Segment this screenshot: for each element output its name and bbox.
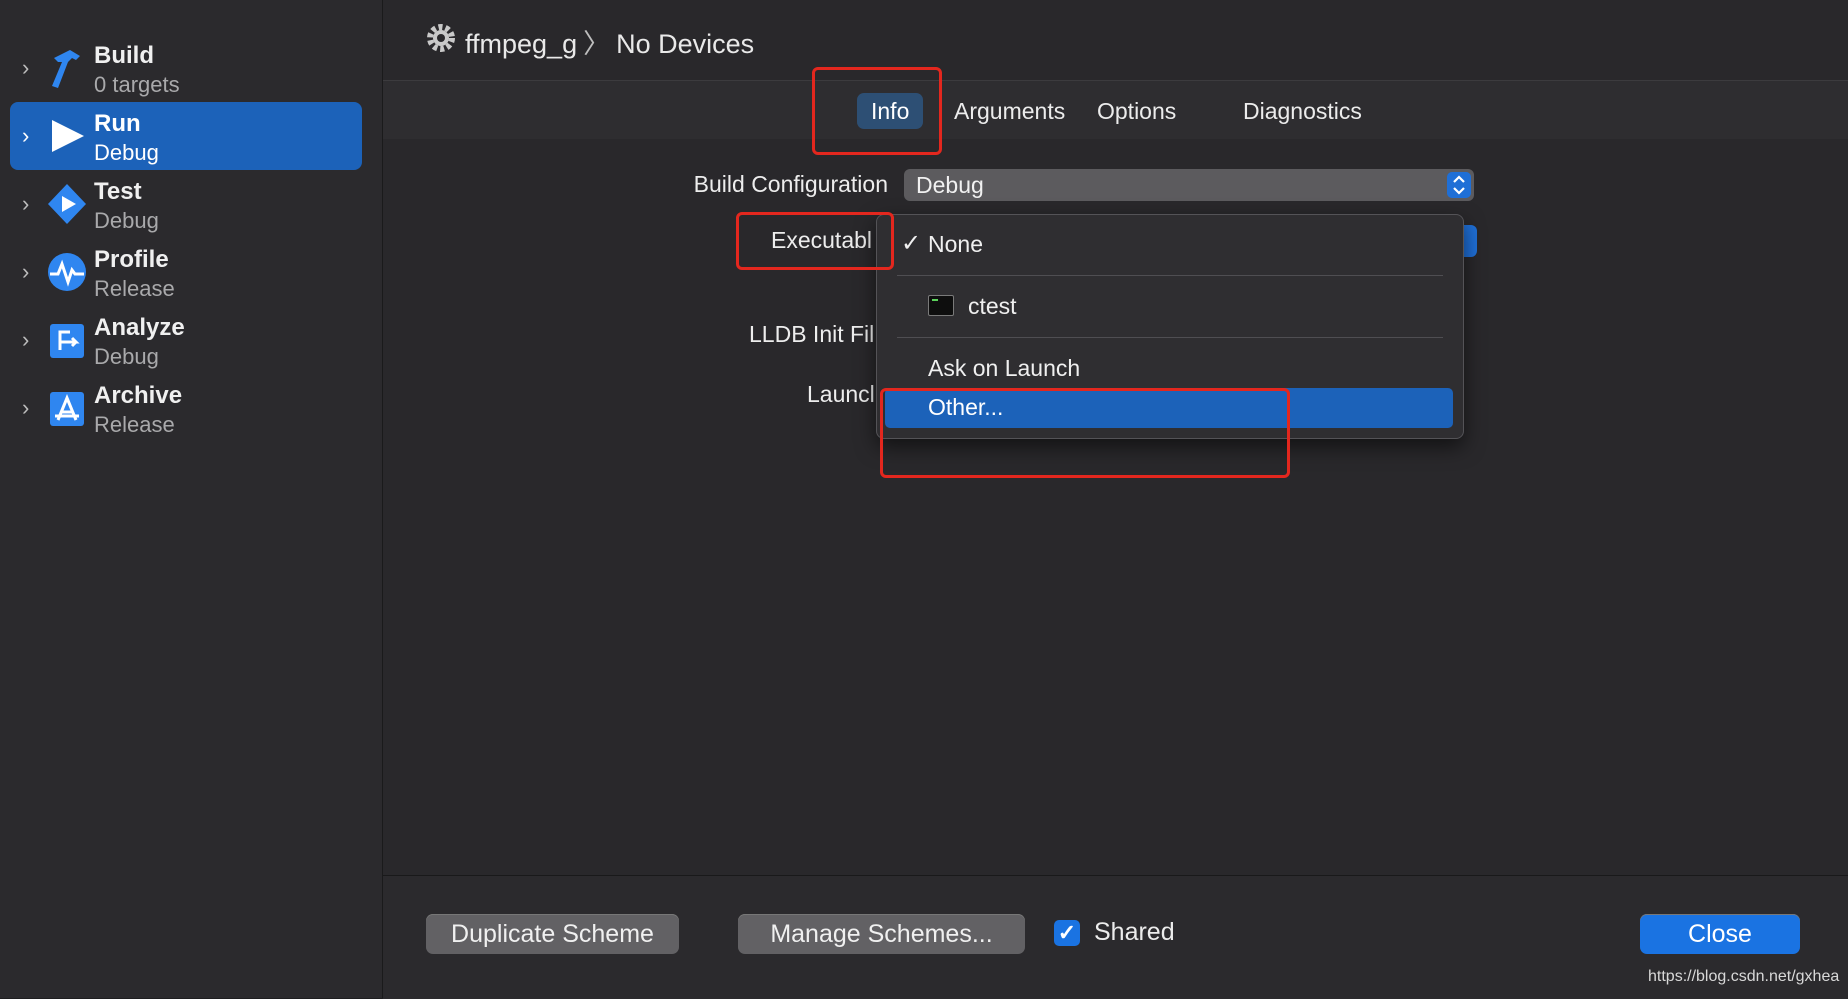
sidebar-item-title: Archive xyxy=(94,382,183,409)
breadcrumb[interactable]: ffmpeg_g 〉 No Devices xyxy=(465,22,754,61)
build-configuration-select[interactable]: Debug xyxy=(904,169,1474,201)
gear-icon xyxy=(427,24,455,52)
footer-bar: Duplicate Scheme Manage Schemes... ✓ Sha… xyxy=(383,875,1848,999)
checkmark-icon: ✓ xyxy=(901,230,922,257)
menu-item-none[interactable]: ✓ None xyxy=(885,223,1453,263)
hammer-icon xyxy=(52,50,80,88)
annotation-box-info-tab xyxy=(812,67,942,155)
tab-arguments[interactable]: Arguments xyxy=(940,93,1079,129)
destination-name[interactable]: No Devices xyxy=(616,29,754,59)
scheme-header: ffmpeg_g 〉 No Devices xyxy=(383,0,1848,80)
sidebar-item-subtitle: Debug xyxy=(94,208,159,233)
sidebar-item-subtitle: Release xyxy=(94,276,175,301)
sidebar-item-archive[interactable]: › Archive Release xyxy=(10,374,362,442)
sidebar-item-profile[interactable]: › Profile Release xyxy=(10,238,362,306)
play-icon xyxy=(52,120,84,152)
build-configuration-label: Build Configuration xyxy=(693,171,888,197)
chevron-right-icon[interactable]: › xyxy=(22,396,40,420)
breadcrumb-separator: 〉 xyxy=(583,29,611,59)
menu-item-ctest[interactable]: ctest xyxy=(885,285,1453,325)
chevron-right-icon[interactable]: › xyxy=(22,56,40,80)
sidebar-item-title: Build xyxy=(94,42,154,69)
sidebar-item-subtitle: Debug xyxy=(94,344,159,369)
executable-select-edge[interactable] xyxy=(1463,225,1477,257)
annotation-box-other xyxy=(880,388,1290,478)
sidebar-item-title: Profile xyxy=(94,246,169,273)
sidebar-item-build[interactable]: › Build 0 targets xyxy=(10,34,362,102)
sidebar-item-title: Run xyxy=(94,110,141,137)
manage-schemes-button[interactable]: Manage Schemes... xyxy=(738,914,1025,954)
chevron-up-down-icon xyxy=(1447,172,1471,198)
menu-item-label: Ask on Launch xyxy=(928,355,1081,381)
shared-checkbox[interactable]: ✓ xyxy=(1054,920,1080,946)
sidebar-item-subtitle: 0 targets xyxy=(94,72,180,97)
menu-separator xyxy=(897,275,1443,276)
scheme-editor-main: ffmpeg_g 〉 No Devices Info Arguments Optio… xyxy=(383,0,1848,999)
analyze-icon xyxy=(50,324,84,358)
scheme-action-sidebar: › Build 0 targets › Run Debug › Test Deb… xyxy=(0,0,383,998)
launch-label: Launcl xyxy=(807,381,875,407)
duplicate-scheme-button[interactable]: Duplicate Scheme xyxy=(426,914,679,954)
chevron-right-icon[interactable]: › xyxy=(22,192,40,216)
build-configuration-value: Debug xyxy=(916,172,984,198)
chevron-right-icon[interactable]: › xyxy=(22,328,40,352)
archive-a-icon xyxy=(50,392,84,426)
terminal-icon xyxy=(928,295,954,316)
waveform-icon xyxy=(48,253,86,291)
sidebar-item-title: Analyze xyxy=(94,314,185,341)
menu-item-label: ctest xyxy=(968,293,1017,319)
chevron-right-icon[interactable]: › xyxy=(22,260,40,284)
menu-item-label: None xyxy=(928,231,983,257)
tab-options[interactable]: Options xyxy=(1083,93,1190,129)
close-button[interactable]: Close xyxy=(1640,914,1800,954)
lldb-init-file-label: LLDB Init Fil xyxy=(749,321,875,347)
tab-bar: Info Arguments Options Diagnostics xyxy=(383,80,1848,140)
test-diamond-icon xyxy=(48,184,86,224)
annotation-box-executable xyxy=(736,212,894,270)
sidebar-item-test[interactable]: › Test Debug xyxy=(10,170,362,238)
sidebar-item-title: Test xyxy=(94,178,142,205)
scheme-name[interactable]: ffmpeg_g xyxy=(465,29,577,59)
menu-separator xyxy=(897,337,1443,338)
tab-diagnostics[interactable]: Diagnostics xyxy=(1229,93,1376,129)
sidebar-item-analyze[interactable]: › Analyze Debug xyxy=(10,306,362,374)
menu-item-ask-on-launch[interactable]: Ask on Launch xyxy=(885,347,1453,387)
chevron-right-icon[interactable]: › xyxy=(22,124,40,148)
sidebar-item-subtitle: Release xyxy=(94,412,175,437)
watermark-text: https://blog.csdn.net/gxhea xyxy=(1648,968,1840,985)
sidebar-item-run[interactable]: › Run Debug xyxy=(10,102,362,170)
shared-label: Shared xyxy=(1094,918,1175,946)
sidebar-item-subtitle: Debug xyxy=(94,140,159,165)
